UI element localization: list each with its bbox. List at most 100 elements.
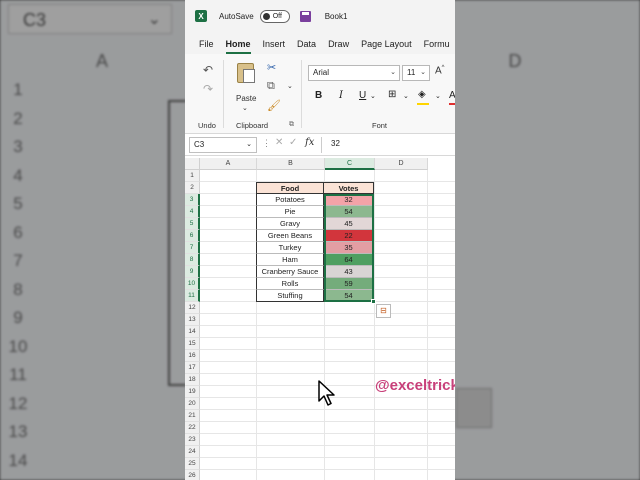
row-header[interactable]: 14 xyxy=(185,326,200,338)
chevron-down-icon: ⌄ xyxy=(246,141,252,148)
underline-chevron-icon[interactable]: ⌄ xyxy=(370,92,376,100)
formula-input[interactable]: 32 xyxy=(331,139,340,148)
italic-button[interactable]: I xyxy=(339,90,343,101)
row-header[interactable]: 22 xyxy=(185,422,200,434)
font-group-label: Font xyxy=(372,121,388,130)
row-header[interactable]: 9 xyxy=(185,266,200,278)
row-header[interactable]: 6 xyxy=(185,230,200,242)
gridline xyxy=(200,469,455,470)
font-name-select[interactable]: Arial ⌄ xyxy=(308,65,400,81)
tab-data[interactable]: Data xyxy=(297,39,316,54)
bg-quick-analysis-icon xyxy=(456,388,492,428)
tab-insert[interactable]: Insert xyxy=(263,39,286,54)
row-header[interactable]: 10 xyxy=(185,278,200,290)
row-header[interactable]: 26 xyxy=(185,470,200,480)
column-header-d[interactable]: D xyxy=(375,158,428,170)
row-header[interactable]: 19 xyxy=(185,386,200,398)
bg-row-number: 2 xyxy=(13,108,23,128)
tab-file[interactable]: File xyxy=(199,39,214,54)
row-header[interactable]: 2 xyxy=(185,182,200,194)
font-color-icon[interactable]: A xyxy=(449,90,455,101)
format-painter-icon[interactable]: 🖌 xyxy=(267,99,281,112)
tab-home[interactable]: Home xyxy=(225,39,251,54)
paste-button[interactable]: Paste xyxy=(236,94,256,103)
row-header[interactable]: 8 xyxy=(185,254,200,266)
food-cell[interactable]: Potatoes xyxy=(256,194,324,206)
bg-row-headers: 1 2 3 4 5 6 7 8 9 10 11 12 13 14 xyxy=(0,76,36,475)
bold-button[interactable]: B xyxy=(315,90,322,101)
paste-icon[interactable] xyxy=(235,60,257,84)
tab-page-layout[interactable]: Page Layout xyxy=(361,39,412,54)
book-title: Book1 xyxy=(324,11,348,21)
paste-chevron-icon[interactable]: ⌄ xyxy=(242,104,248,112)
fill-chevron-icon[interactable]: ⌄ xyxy=(435,92,441,100)
bg-row-number: 9 xyxy=(13,308,23,327)
row-header[interactable]: 4 xyxy=(185,206,200,218)
row-header[interactable]: 13 xyxy=(185,314,200,326)
select-all-corner[interactable] xyxy=(185,158,200,170)
row-header[interactable]: 12 xyxy=(185,302,200,314)
toggle-state: Off xyxy=(272,12,282,20)
bg-col-a: A xyxy=(95,51,108,71)
fill-color-bar xyxy=(417,103,429,105)
row-header[interactable]: 3 xyxy=(185,194,200,206)
cancel-icon[interactable]: ✕ xyxy=(275,137,283,148)
row-header[interactable]: 15 xyxy=(185,338,200,350)
name-box[interactable]: C3 ⌄ xyxy=(189,137,257,153)
row-header[interactable]: 11 xyxy=(185,290,200,302)
row-header[interactable]: 21 xyxy=(185,410,200,422)
header-cell-votes[interactable]: Votes xyxy=(324,182,374,194)
insert-function-button[interactable]: fx xyxy=(305,137,314,148)
quick-analysis-button[interactable]: ⊟ xyxy=(376,304,391,318)
food-cell[interactable]: Ham xyxy=(256,254,324,266)
gridline xyxy=(200,373,455,374)
food-cell[interactable]: Pie xyxy=(256,206,324,218)
row-header[interactable]: 20 xyxy=(185,398,200,410)
header-cell-food[interactable]: Food xyxy=(256,182,324,194)
underline-button[interactable]: U xyxy=(359,90,366,101)
tab-draw[interactable]: Draw xyxy=(328,39,349,54)
borders-chevron-icon[interactable]: ⌄ xyxy=(403,92,409,100)
copy-chevron-icon[interactable]: ⌄ xyxy=(287,82,293,90)
redo-icon[interactable]: ↷ xyxy=(203,82,213,96)
enter-icon[interactable]: ✓ xyxy=(289,137,297,148)
row-header[interactable]: 1 xyxy=(185,170,200,182)
autosave-toggle[interactable]: Off xyxy=(259,9,290,23)
row-header[interactable]: 17 xyxy=(185,362,200,374)
grow-font-letter: A xyxy=(435,65,442,77)
column-header-b[interactable]: B xyxy=(257,158,325,170)
borders-icon[interactable]: ⊞ xyxy=(388,89,396,100)
row-header[interactable]: 18 xyxy=(185,374,200,386)
row-header[interactable]: 16 xyxy=(185,350,200,362)
food-cell[interactable]: Turkey xyxy=(256,242,324,254)
grow-font-button[interactable]: A^ xyxy=(435,65,445,76)
row-header[interactable]: 5 xyxy=(185,218,200,230)
column-header-c[interactable]: C xyxy=(325,158,375,170)
bg-col-d: D xyxy=(508,51,522,71)
undo-icon[interactable]: ↶ xyxy=(203,63,213,77)
row-header[interactable]: 25 xyxy=(185,458,200,470)
gridline xyxy=(200,433,455,434)
row-header[interactable]: 23 xyxy=(185,434,200,446)
dialog-launcher-icon[interactable]: ⧉ xyxy=(289,121,294,129)
food-cell[interactable]: Cranberry Sauce xyxy=(256,266,324,278)
more-icon: ⋮ xyxy=(262,138,271,148)
row-header[interactable]: 24 xyxy=(185,446,200,458)
fill-color-icon[interactable]: ◈ xyxy=(418,89,426,100)
food-cell[interactable]: Gravy xyxy=(256,218,324,230)
food-cell[interactable]: Rolls xyxy=(256,278,324,290)
tab-formu[interactable]: Formu xyxy=(424,39,450,54)
food-cell[interactable]: Green Beans xyxy=(256,230,324,242)
cut-icon[interactable]: ✂ xyxy=(267,61,276,74)
title-bar: X AutoSave Off Book1 xyxy=(185,0,455,32)
font-size-select[interactable]: 11 ⌄ xyxy=(402,65,430,81)
save-icon[interactable] xyxy=(299,10,311,22)
column-header-a[interactable]: A xyxy=(200,158,257,170)
divider xyxy=(301,60,302,128)
gridline xyxy=(200,337,455,338)
spreadsheet-grid[interactable]: ABCD 1 2 3 4 5 6 7 8 9 10 11 12 13 14 15 16 17 18 19 20 21 22… xyxy=(185,158,455,480)
copy-icon[interactable]: ⧉ xyxy=(267,80,275,93)
row-header[interactable]: 7 xyxy=(185,242,200,254)
bg-row-number: 6 xyxy=(13,222,23,242)
food-cell[interactable]: Stuffing xyxy=(256,290,324,302)
